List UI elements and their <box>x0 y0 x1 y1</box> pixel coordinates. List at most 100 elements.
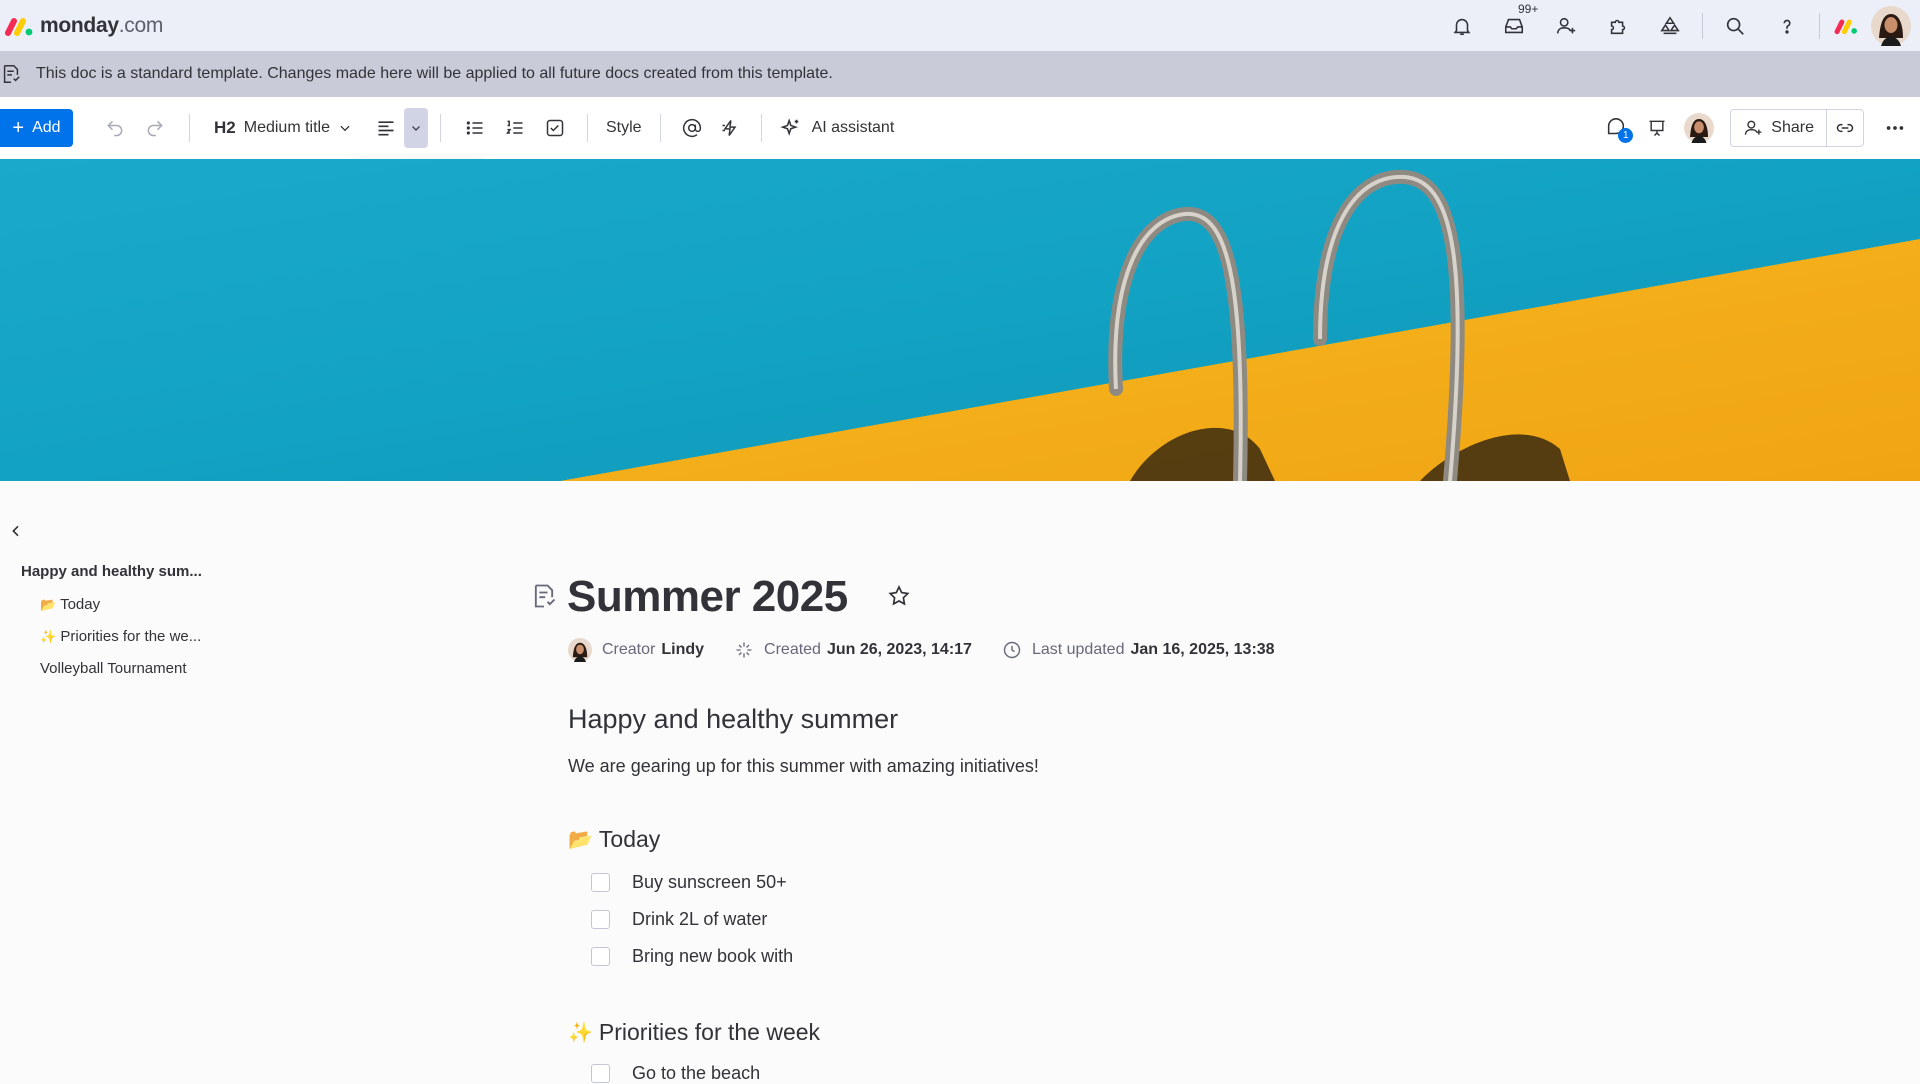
sparkle-emoji-icon: ✨ <box>40 629 57 644</box>
doc-title[interactable]: Summer 2025 <box>567 572 848 622</box>
template-banner-text: This doc is a standard template. Changes… <box>36 65 833 82</box>
sparkle-emoji-icon: ✨ <box>568 1022 593 1044</box>
checklist-item-label: Go to the beach <box>632 1063 761 1083</box>
monday-logo-icon <box>4 15 34 37</box>
section-heading-today[interactable]: 📂 Today <box>568 826 660 853</box>
user-avatar[interactable] <box>1866 0 1916 51</box>
mention-icon[interactable] <box>673 108 711 148</box>
heading-style-label: Medium title <box>243 119 330 136</box>
doc-intro[interactable]: We are gearing up for this summer with a… <box>568 756 1039 777</box>
heading-style-dropdown[interactable]: H2 Medium title <box>208 108 358 148</box>
ai-assistant-label: AI assistant <box>811 119 895 136</box>
updates-icon[interactable]: 1 <box>1596 108 1636 148</box>
collapse-outline-icon[interactable] <box>8 523 24 544</box>
logo-wordmark-main: monday <box>40 13 119 37</box>
created-sparkle-icon <box>736 642 752 658</box>
doc-meta: Creator Lindy Created Jun 26, 2023, 14:1… <box>568 638 1305 662</box>
folder-emoji-icon: 📂 <box>568 829 593 851</box>
heading-badge: H2 <box>214 118 236 137</box>
presentation-icon[interactable] <box>1636 108 1678 148</box>
toolbar-right: 1 Share <box>1596 97 1920 159</box>
product-switcher-icon[interactable] <box>1826 0 1866 51</box>
favorite-star-icon[interactable] <box>887 584 911 613</box>
share-group: Share <box>1730 109 1864 147</box>
style-button-label: Style <box>605 119 642 136</box>
outline-item-label: Today <box>60 596 101 613</box>
outline-item-today[interactable]: 📂 Today <box>40 596 100 613</box>
bulleted-list-icon[interactable] <box>455 108 495 148</box>
top-right-icons: 99+ <box>1436 0 1920 51</box>
checklist-item-label: Drink 2L of water <box>632 909 768 929</box>
viewer-avatar[interactable] <box>1678 108 1720 148</box>
toolbar-separator <box>586 114 588 142</box>
apps-icon[interactable] <box>1592 0 1644 51</box>
cover-image[interactable] <box>0 159 1920 481</box>
outline-title[interactable]: Happy and healthy sum... <box>21 563 202 580</box>
outline-item-priorities[interactable]: ✨ Priorities for the we... <box>40 628 201 645</box>
chevron-down-icon <box>412 126 420 131</box>
checkbox[interactable] <box>591 873 610 892</box>
more-options-icon[interactable] <box>1870 108 1920 148</box>
inbox-icon[interactable]: 99+ <box>1488 0 1541 51</box>
updated-value: Jan 16, 2025, 13:38 <box>1130 641 1275 658</box>
checkbox[interactable] <box>591 947 610 966</box>
outline-item-label: Priorities for the we... <box>60 628 202 645</box>
template-doc-icon <box>3 65 20 83</box>
undo-icon[interactable] <box>95 108 135 148</box>
search-icon[interactable] <box>1709 0 1761 51</box>
toolbar-separator <box>189 114 190 142</box>
section-title: Today <box>598 826 661 852</box>
doc-toolbar: + Add H2 Medium title Style AI assistant… <box>0 97 1920 159</box>
doc-heading[interactable]: Happy and healthy summer <box>568 704 898 735</box>
checklist-item[interactable]: Bring new book with <box>591 946 793 967</box>
logo-wordmark-suffix: .com <box>118 13 164 37</box>
monday-logo[interactable]: monday.com <box>4 14 163 38</box>
creator-meta: Creator Lindy <box>568 638 704 662</box>
add-button[interactable]: + Add <box>0 109 73 147</box>
outline-item-label: Volleyball Tournament <box>40 660 187 677</box>
plus-icon: + <box>12 117 25 139</box>
chevron-down-icon <box>340 125 350 132</box>
inbox-badge: 99+ <box>1516 2 1541 16</box>
style-button[interactable]: Style <box>600 108 648 148</box>
updated-label: Last updated <box>1031 641 1125 658</box>
folder-emoji-icon: 📂 <box>40 597 57 612</box>
checklist-item[interactable]: Buy sunscreen 50+ <box>591 872 787 893</box>
numbered-list-icon[interactable] <box>495 108 535 148</box>
creator-name[interactable]: Lindy <box>661 641 704 659</box>
toolbar-separator <box>439 114 441 142</box>
bell-icon[interactable] <box>1436 0 1488 51</box>
section-title: Priorities for the week <box>598 1019 821 1045</box>
sparkle-icon <box>779 118 798 136</box>
invite-members-icon[interactable] <box>1540 0 1592 51</box>
top-bar: monday.com 99+ <box>0 0 1920 51</box>
align-dropdown-toggle[interactable] <box>403 108 428 148</box>
updated-meta: Last updated Jan 16, 2025, 13:38 <box>1002 640 1275 660</box>
created-label: Created <box>764 641 821 658</box>
align-left-icon[interactable] <box>368 108 404 148</box>
outline-item-volleyball[interactable]: Volleyball Tournament <box>40 660 186 677</box>
help-icon[interactable] <box>1761 0 1813 51</box>
section-heading-priorities[interactable]: ✨ Priorities for the week <box>568 1019 820 1046</box>
creator-label: Creator <box>602 641 656 658</box>
integrations-icon[interactable] <box>1644 0 1696 51</box>
redo-icon[interactable] <box>135 108 175 148</box>
share-button[interactable]: Share <box>1731 110 1827 146</box>
add-person-icon <box>1745 120 1762 135</box>
checkbox[interactable] <box>591 1064 610 1083</box>
top-separator <box>1702 12 1703 39</box>
checkbox[interactable] <box>591 910 610 929</box>
checklist-item[interactable]: Drink 2L of water <box>591 909 767 930</box>
toolbar-separator <box>659 114 661 142</box>
automation-icon[interactable] <box>711 108 749 148</box>
created-meta: Created Jun 26, 2023, 14:17 <box>734 640 972 660</box>
ai-assistant-button[interactable]: AI assistant <box>774 108 901 148</box>
creator-avatar <box>568 638 592 662</box>
logo-wordmark: monday.com <box>40 14 163 38</box>
checklist-item[interactable]: Go to the beach <box>591 1063 760 1084</box>
add-button-label: Add <box>32 119 61 136</box>
top-separator-2 <box>1819 12 1820 39</box>
copy-link-icon[interactable] <box>1827 110 1863 146</box>
checklist-icon[interactable] <box>535 108 575 148</box>
checklist-item-label: Bring new book with <box>632 946 794 966</box>
